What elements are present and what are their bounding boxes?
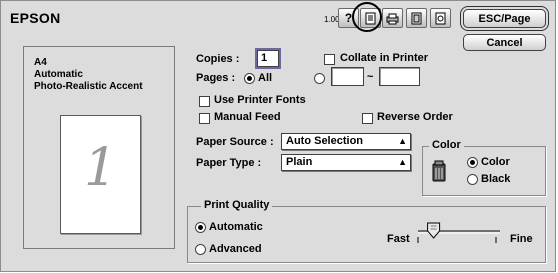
preview-pane: A4 Automatic Photo-Realistic Accent 1 — [23, 46, 175, 249]
paper-source-label: Paper Source : — [196, 136, 274, 148]
print-icon[interactable] — [382, 8, 403, 28]
manual-feed-label: Manual Feed — [214, 111, 281, 123]
use-printer-fonts-label: Use Printer Fonts — [214, 94, 306, 106]
manual-feed-checkbox[interactable] — [199, 113, 210, 124]
ink-cartridge-icon — [432, 160, 446, 185]
layout-icon[interactable] — [406, 8, 427, 28]
select-arrow-icon: ▲ — [398, 136, 407, 146]
black-radio[interactable] — [467, 174, 478, 185]
preview-info: A4 Automatic Photo-Realistic Accent — [34, 57, 143, 93]
copies-input[interactable]: 1 — [257, 50, 279, 67]
color-group: Color Color Black — [422, 139, 546, 196]
esc-page-button[interactable]: ESC/Page — [463, 9, 546, 28]
quality-automatic-label: Automatic — [209, 221, 263, 233]
reverse-order-checkbox[interactable] — [362, 113, 373, 124]
pages-all-radio[interactable] — [244, 73, 255, 84]
color-radio[interactable] — [467, 157, 478, 168]
collate-checkbox[interactable] — [324, 54, 335, 65]
select-arrow-icon: ▲ — [398, 157, 407, 167]
pages-label: Pages : — [196, 72, 236, 84]
page-number: 1 — [83, 138, 118, 198]
paper-source-select[interactable]: Auto Selection ▲ — [281, 133, 411, 150]
paper-type-label: Paper Type : — [196, 157, 262, 169]
setting-label: Photo-Realistic Accent — [34, 81, 143, 92]
color-option-label: Color — [481, 156, 510, 168]
fine-label: Fine — [510, 233, 533, 245]
quality-slider[interactable] — [414, 221, 504, 247]
watermark-icon[interactable] — [430, 8, 451, 28]
fast-label: Fast — [387, 233, 410, 245]
cancel-button[interactable]: Cancel — [463, 34, 546, 51]
slider-thumb[interactable] — [427, 222, 441, 239]
use-printer-fonts-checkbox[interactable] — [199, 96, 210, 107]
reverse-order-label: Reverse Order — [377, 111, 453, 123]
mode-label: Automatic — [34, 69, 83, 80]
pages-range-radio[interactable] — [314, 73, 325, 84]
collate-label: Collate in Printer — [340, 52, 429, 64]
pages-to-input[interactable] — [379, 67, 420, 86]
black-option-label: Black — [481, 173, 511, 185]
print-quality-group: Print Quality Automatic Advanced Fast Fi… — [187, 199, 546, 263]
quality-automatic-radio[interactable] — [195, 222, 206, 233]
quality-advanced-radio[interactable] — [195, 244, 206, 255]
highlight-circle — [352, 2, 382, 32]
copies-label: Copies : — [196, 53, 240, 65]
paper-size-label: A4 — [34, 57, 47, 68]
pages-from-input[interactable] — [331, 67, 364, 86]
print-dialog: EPSON 1.00 ? ESC/Page Cancel A4 Automati… — [0, 0, 556, 272]
brand-logo: EPSON — [10, 10, 61, 26]
page-thumbnail: 1 — [60, 115, 141, 234]
quality-advanced-label: Advanced — [209, 243, 262, 255]
paper-type-value: Plain — [286, 156, 313, 168]
range-separator: ~ — [367, 71, 374, 83]
print-quality-title: Print Quality — [201, 199, 273, 211]
color-group-title: Color — [429, 139, 464, 151]
pages-all-label: All — [258, 72, 273, 84]
paper-source-value: Auto Selection — [286, 135, 364, 147]
paper-type-select[interactable]: Plain ▲ — [281, 154, 411, 171]
